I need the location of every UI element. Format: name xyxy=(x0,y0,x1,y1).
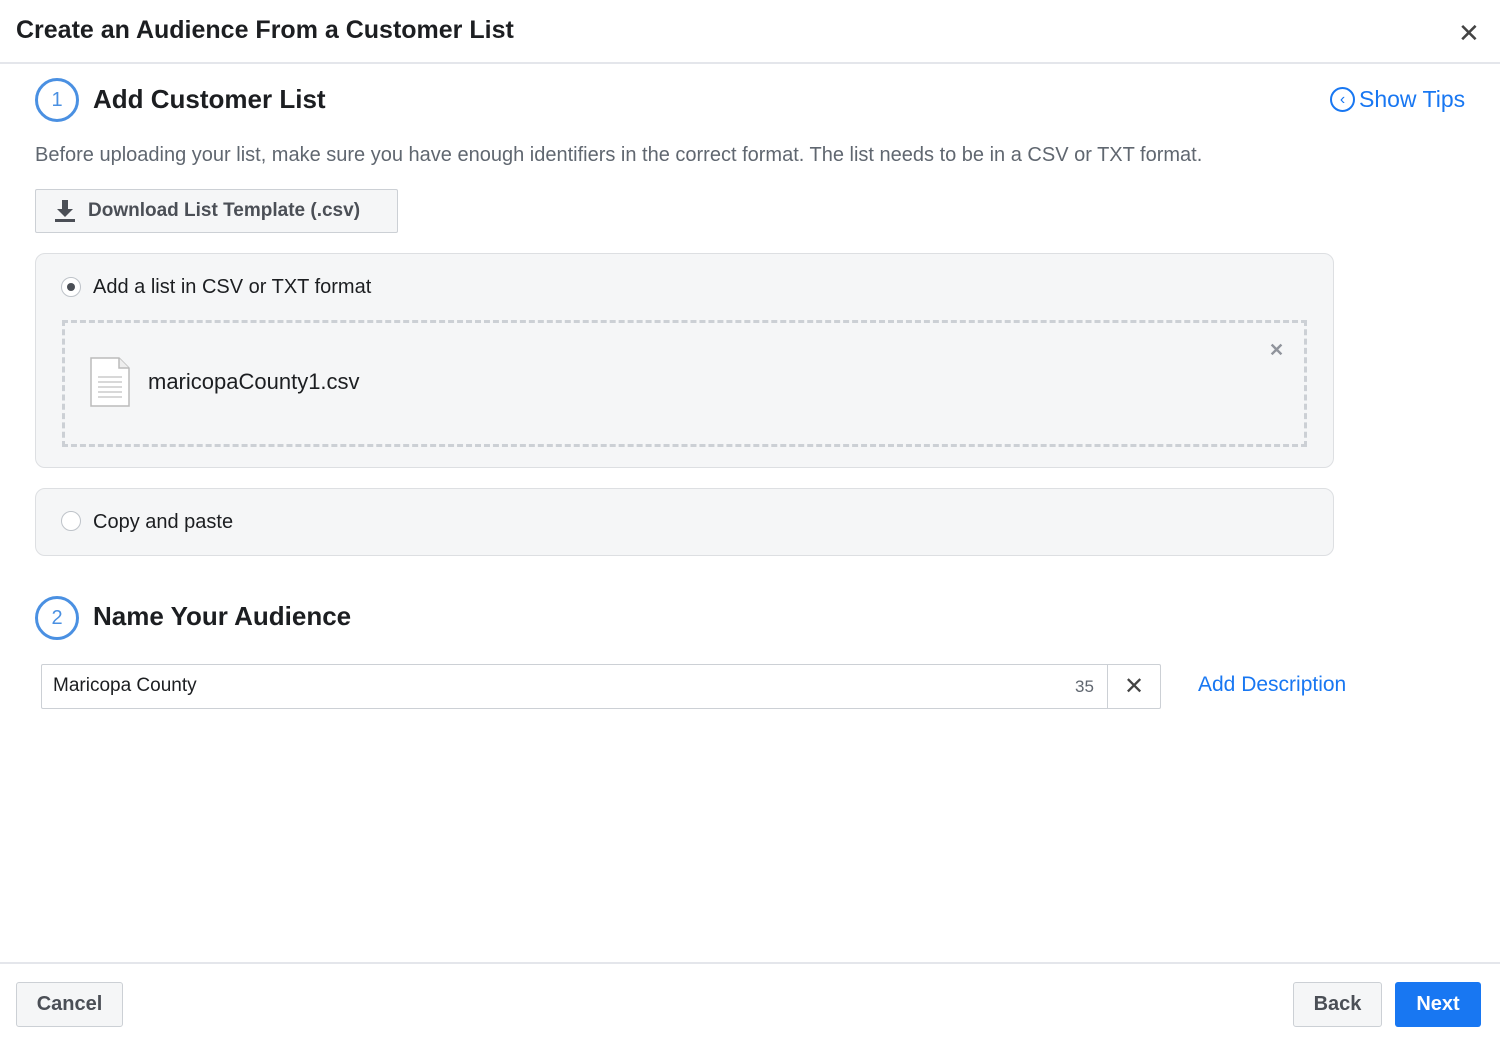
download-template-button[interactable]: Download List Template (.csv) xyxy=(35,189,398,233)
dialog-title: Create an Audience From a Customer List xyxy=(16,16,514,44)
footer-divider xyxy=(0,962,1500,964)
show-tips-label: Show Tips xyxy=(1359,86,1466,112)
add-description-link[interactable]: Add Description xyxy=(1198,673,1346,697)
file-icon xyxy=(90,357,130,407)
file-name: maricopaCounty1.csv xyxy=(148,369,360,394)
remove-file-icon[interactable]: ✕ xyxy=(1269,340,1284,361)
divider xyxy=(1107,665,1108,708)
paste-option-label: Copy and paste xyxy=(93,511,234,533)
download-icon xyxy=(55,200,75,222)
show-tips-link[interactable]: ‹ Show Tips xyxy=(1330,86,1465,113)
char-count: 35 xyxy=(1075,677,1094,696)
csv-option-label: Add a list in CSV or TXT format xyxy=(93,276,372,298)
audience-name-value[interactable]: Maricopa County xyxy=(53,675,197,697)
back-button[interactable]: Back xyxy=(1293,982,1382,1027)
step-number-2: 2 xyxy=(35,596,79,640)
chevron-left-icon: ‹ xyxy=(1330,87,1355,112)
step1-title: Add Customer List xyxy=(93,84,326,114)
audience-name-field[interactable] xyxy=(41,664,1161,709)
step1-description: Before uploading your list, make sure yo… xyxy=(35,144,1203,166)
next-button[interactable]: Next xyxy=(1395,982,1481,1027)
step2-title: Name Your Audience xyxy=(93,601,352,631)
radio-csv-option[interactable] xyxy=(61,277,81,297)
radio-paste-option[interactable] xyxy=(61,511,81,531)
close-icon[interactable]: ✕ xyxy=(1458,18,1480,49)
download-label: Download List Template (.csv) xyxy=(88,200,361,221)
cancel-button[interactable]: Cancel xyxy=(16,982,123,1027)
clear-name-icon[interactable]: ✕ xyxy=(1124,672,1144,701)
step-number-1: 1 xyxy=(35,78,79,122)
